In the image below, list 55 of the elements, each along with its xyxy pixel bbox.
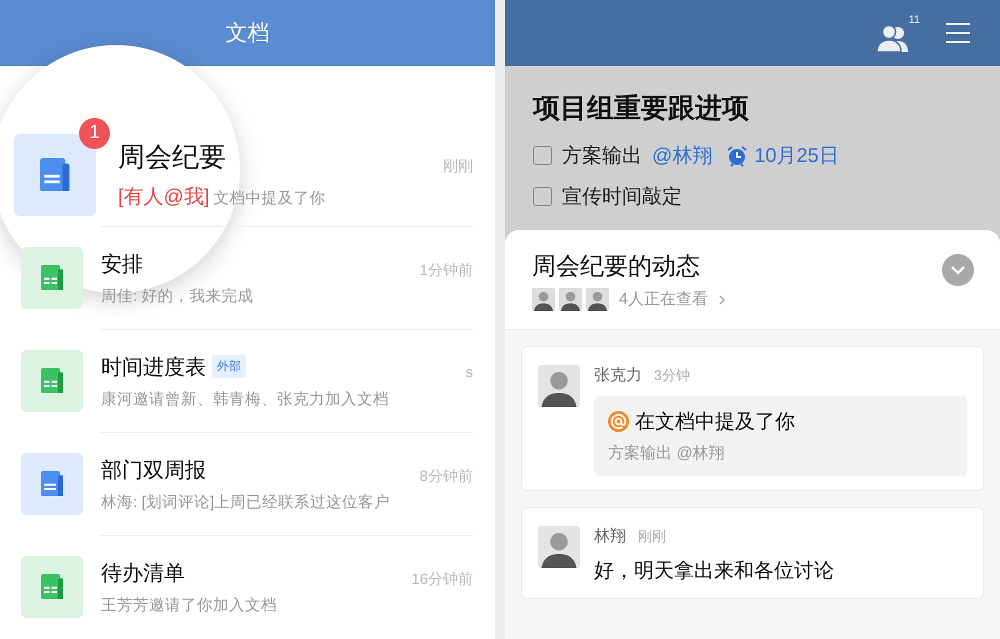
- author-name: 林翔: [594, 526, 626, 547]
- document-row[interactable]: 部门双周报 林海: [划词评论]上周已经联系过这位客户 8分钟前: [0, 432, 495, 535]
- timestamp: 16分钟前: [411, 570, 473, 589]
- document-row[interactable]: 时间进度表 外部 康河邀请曾新、韩青梅、张克力加入文档 s: [0, 329, 495, 432]
- document-icon: [40, 470, 64, 496]
- task-text: 宣传时间敲定: [562, 185, 682, 210]
- mention-box[interactable]: 在文档中提及了你 方案输出 @林翔: [594, 396, 967, 476]
- document-title: 安排: [101, 252, 143, 278]
- author-name: 张克力: [594, 366, 642, 386]
- document-title: 周会纪要: [118, 141, 226, 174]
- document-preview: 康河邀请曾新、韩青梅、张克力加入文档: [101, 390, 389, 410]
- document-preview: 王芳芳邀请了你加入文档: [101, 596, 277, 616]
- document-preview: 周佳: 好的，我来完成: [101, 286, 254, 306]
- document-title: 部门双周报: [101, 458, 206, 484]
- page-title: 文档: [226, 19, 270, 47]
- timestamp: 1分钟前: [420, 261, 473, 280]
- document-preview: 文档中提及了你: [213, 189, 326, 209]
- spreadsheet-icon: [40, 574, 64, 600]
- avatar: [586, 288, 609, 311]
- menu-icon[interactable]: [946, 22, 970, 44]
- timestamp: 8分钟前: [420, 467, 473, 486]
- list-title: 项目组重要跟进项: [533, 92, 750, 125]
- document-title: 待办清单: [101, 560, 185, 586]
- task-text: 方案输出: [562, 144, 642, 169]
- due-date: 10月25日: [754, 144, 839, 169]
- document-row[interactable]: 安排 周佳: 好的，我来完成 1分钟前: [0, 226, 495, 329]
- avatar: [538, 526, 580, 568]
- external-tag: 外部: [212, 355, 246, 378]
- timestamp: 刚刚: [443, 157, 473, 176]
- chevron-down-icon: [950, 265, 966, 275]
- avatar: [538, 365, 580, 407]
- timestamp: s: [466, 364, 473, 381]
- quoted-text: 方案输出 @林翔: [608, 443, 726, 464]
- avatar: [532, 288, 555, 311]
- member-count: 11: [908, 14, 920, 26]
- timestamp: 3分钟: [654, 367, 690, 385]
- checkbox[interactable]: [533, 187, 552, 206]
- members-button[interactable]: 11: [876, 14, 920, 52]
- alarm-clock-icon: [726, 144, 748, 166]
- document-row[interactable]: 待办清单 王芳芳邀请了你加入文档 16分钟前: [0, 535, 495, 638]
- spreadsheet-icon: [40, 368, 64, 394]
- sheet-title: 周会纪要的动态: [532, 252, 701, 282]
- spreadsheet-icon: [40, 264, 64, 290]
- checkbox[interactable]: [533, 146, 552, 165]
- document-preview: 林海: [划词评论]上周已经联系过这位客户: [101, 492, 390, 512]
- collapse-button[interactable]: [942, 254, 974, 286]
- document-title: 时间进度表: [101, 354, 206, 380]
- avatar: [559, 288, 582, 311]
- at-sign-icon: [608, 411, 629, 432]
- mention-headline: 在文档中提及了你: [635, 410, 795, 435]
- document-icon: [40, 158, 70, 192]
- timestamp: 刚刚: [638, 528, 666, 546]
- mention-label: [有人@我]: [118, 185, 210, 210]
- comment-text: 好，明天拿出来和各位讨论: [594, 559, 835, 584]
- chevron-right-icon: [718, 294, 726, 306]
